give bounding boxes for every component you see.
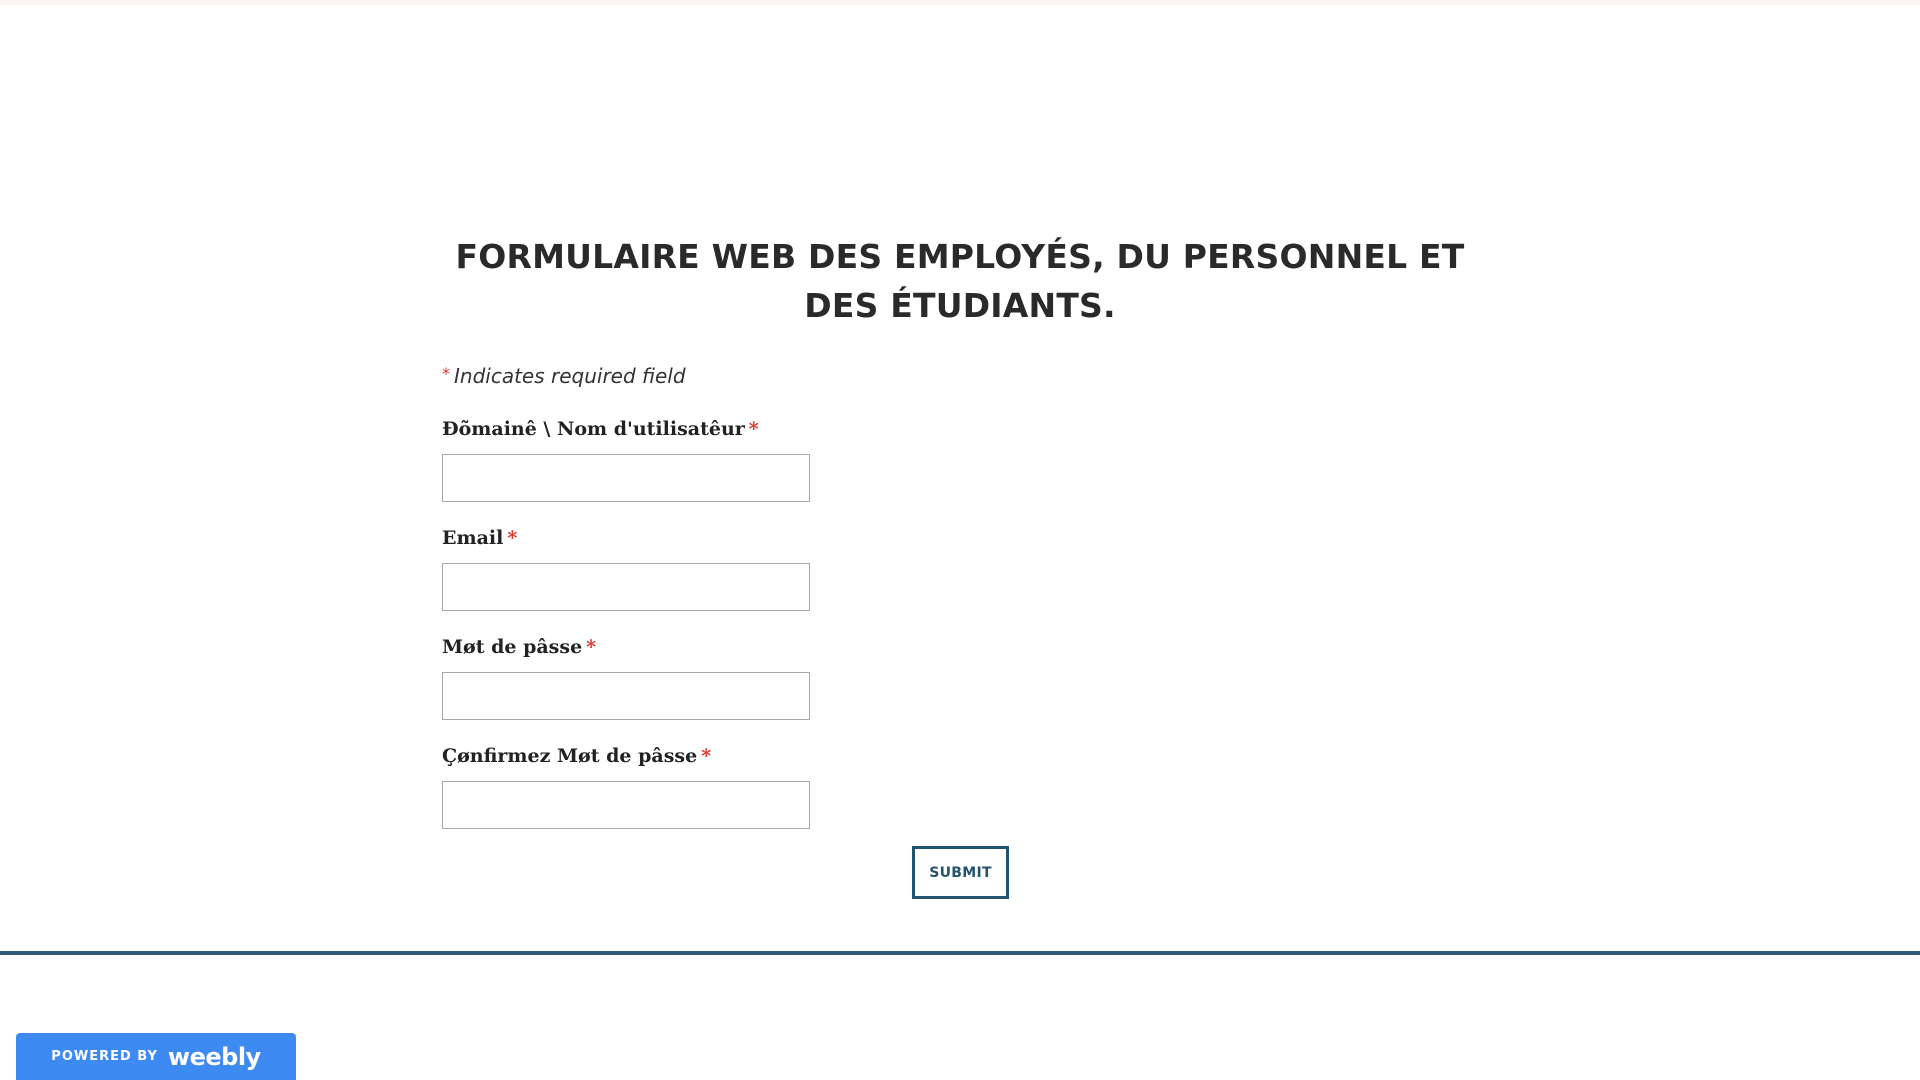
confirm-password-label: Çønfirmez Møt de pâsse *	[442, 745, 711, 767]
confirm-password-input[interactable]	[442, 781, 810, 829]
email-label: Email *	[442, 527, 517, 549]
username-label: Ðõmainê \ Nom d'utilisatêur *	[442, 418, 759, 440]
powered-by-weebly-badge[interactable]: POWERED BY weebly	[16, 1033, 296, 1080]
email-input[interactable]	[442, 563, 810, 611]
username-input[interactable]	[442, 454, 810, 502]
form-title: FORMULAIRE WEB DES EMPLOYÉS, DU PERSONNE…	[455, 237, 1465, 325]
required-asterisk: *	[442, 364, 450, 383]
top-strip	[0, 0, 1920, 5]
confirm-password-label-text: Çønfirmez Møt de pâsse	[442, 745, 698, 767]
required-note-text: Indicates required field	[454, 364, 686, 388]
password-label-text: Møt de pâsse	[442, 636, 583, 658]
required-field-note: * Indicates required field	[442, 364, 686, 388]
email-label-text: Email	[442, 527, 504, 549]
email-required-mark: *	[507, 527, 518, 549]
username-required-mark: *	[748, 418, 759, 440]
password-required-mark: *	[586, 636, 597, 658]
password-input[interactable]	[442, 672, 810, 720]
badge-powered-by-text: POWERED BY	[51, 1049, 158, 1064]
confirm-password-required-mark: *	[701, 745, 712, 767]
weebly-logo: weebly	[167, 1042, 261, 1071]
password-label: Møt de pâsse *	[442, 636, 596, 658]
username-label-text: Ðõmainê \ Nom d'utilisatêur	[442, 418, 745, 440]
submit-button[interactable]: SUBMIT	[912, 846, 1009, 899]
footer-divider	[0, 951, 1920, 955]
